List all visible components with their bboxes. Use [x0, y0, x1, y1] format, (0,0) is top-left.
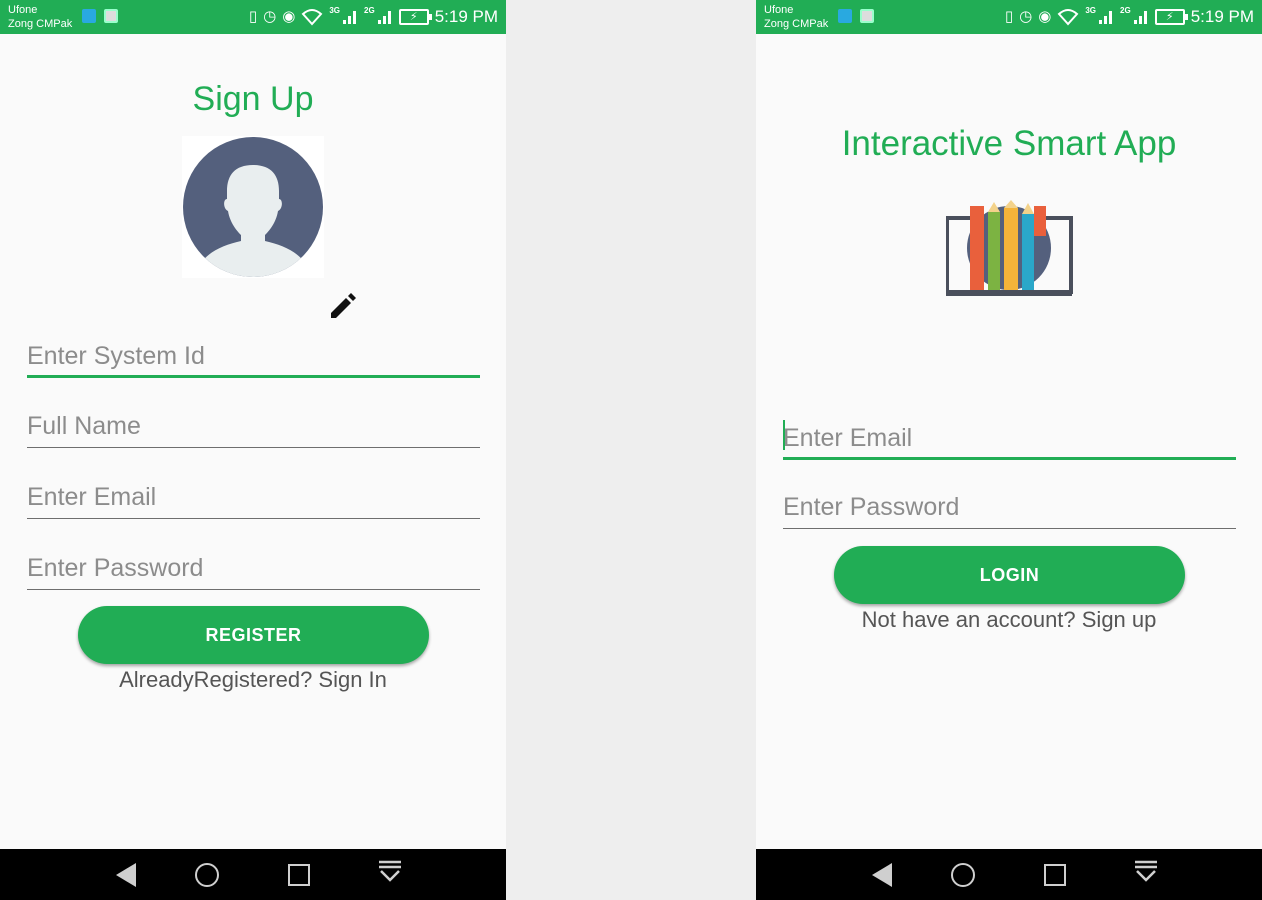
image-icon	[860, 9, 874, 23]
home-icon	[951, 862, 976, 887]
notification-icons	[838, 9, 874, 23]
back-button[interactable]	[852, 862, 892, 887]
avatar-placeholder-icon	[183, 137, 323, 277]
eye-icon: ◉	[1038, 8, 1052, 25]
recents-button[interactable]	[1035, 863, 1075, 886]
field-underline	[783, 528, 1236, 529]
battery-icon: ⚡	[398, 9, 432, 25]
clock: 5:19 PM	[1190, 7, 1254, 26]
field-underline	[27, 518, 480, 519]
recents-icon	[1043, 863, 1066, 886]
home-icon	[195, 862, 220, 887]
notification-pull-button[interactable]	[1126, 855, 1166, 895]
login-screen: Ufone Zong CMPak ▯ ◷ ◉ 3G 2G ⚡ 5:19 PM I…	[756, 0, 1262, 900]
register-button[interactable]: REGISTER	[78, 606, 429, 664]
network-type-2: 2G	[1120, 5, 1131, 15]
carrier-name-1: Ufone	[764, 4, 794, 16]
signal-icon	[1099, 11, 1113, 24]
signal-icon	[377, 11, 391, 24]
password-input[interactable]	[783, 483, 1236, 527]
alarm-icon: ◷	[263, 8, 277, 25]
navigation-bar	[756, 849, 1262, 900]
pencil-icon[interactable]	[326, 288, 360, 322]
password-input[interactable]	[27, 544, 480, 588]
email-input[interactable]	[783, 414, 1236, 458]
navigation-bar	[0, 849, 506, 900]
field-underline	[27, 375, 480, 378]
status-indicators: ▯ ◷ ◉ 3G 2G ⚡ 5:19 PM	[249, 6, 498, 28]
app-logo-icon	[946, 200, 1073, 296]
usb-icon	[82, 9, 96, 23]
battery-icon: ⚡	[1154, 9, 1188, 25]
text-cursor	[783, 420, 785, 450]
notification-pull-icon	[379, 860, 402, 882]
signup-screen: Ufone Zong CMPak ▯ ◷ ◉ 3G 2G ⚡ 5:19 PM S…	[0, 0, 506, 900]
field-underline	[27, 447, 480, 448]
image-icon	[104, 9, 118, 23]
vibrate-icon: ▯	[248, 8, 258, 25]
recents-icon	[287, 863, 310, 886]
network-type-2: 2G	[364, 5, 375, 15]
wifi-icon	[301, 9, 323, 26]
carrier-name-2: Zong CMPak	[764, 18, 829, 30]
home-button[interactable]	[187, 862, 227, 887]
system-id-field[interactable]	[27, 332, 480, 378]
system-id-input[interactable]	[27, 332, 480, 376]
carrier-info: Ufone Zong CMPak	[8, 3, 72, 31]
vibrate-icon: ▯	[1004, 8, 1014, 25]
status-bar: Ufone Zong CMPak ▯ ◷ ◉ 3G 2G ⚡ 5:19 PM	[756, 0, 1262, 34]
app-title: Interactive Smart App	[841, 124, 1177, 163]
field-underline	[783, 457, 1236, 460]
signal-icon	[343, 11, 357, 24]
full-name-input[interactable]	[27, 402, 480, 446]
page-title: Sign Up	[192, 80, 314, 118]
password-field[interactable]	[27, 544, 480, 590]
notification-icons	[82, 9, 118, 23]
sign-in-link[interactable]: AlreadyRegistered? Sign In	[0, 667, 506, 693]
sign-up-link[interactable]: Not have an account? Sign up	[756, 607, 1262, 633]
network-type-1: 3G	[1085, 5, 1097, 15]
field-underline	[27, 589, 480, 590]
network-type-1: 3G	[329, 5, 341, 15]
signal-icon	[1133, 11, 1147, 24]
clock: 5:19 PM	[434, 7, 498, 26]
carrier-name-2: Zong CMPak	[8, 18, 73, 30]
email-field[interactable]	[783, 414, 1236, 460]
recents-button[interactable]	[279, 863, 319, 886]
full-name-field[interactable]	[27, 402, 480, 448]
usb-icon	[838, 9, 852, 23]
back-button[interactable]	[96, 862, 136, 887]
carrier-name-1: Ufone	[8, 4, 38, 16]
password-field[interactable]	[783, 483, 1236, 529]
email-field[interactable]	[27, 473, 480, 519]
email-input[interactable]	[27, 473, 480, 517]
wifi-icon	[1057, 9, 1079, 26]
carrier-info: Ufone Zong CMPak	[764, 3, 828, 31]
back-icon	[852, 862, 892, 887]
notification-pull-icon	[1135, 860, 1158, 882]
avatar[interactable]	[182, 136, 324, 278]
status-bar: Ufone Zong CMPak ▯ ◷ ◉ 3G 2G ⚡ 5:19 PM	[0, 0, 506, 34]
eye-icon: ◉	[282, 8, 296, 25]
back-icon	[96, 862, 136, 887]
alarm-icon: ◷	[1019, 8, 1033, 25]
status-indicators: ▯ ◷ ◉ 3G 2G ⚡ 5:19 PM	[1005, 6, 1254, 28]
login-button[interactable]: LOGIN	[834, 546, 1185, 604]
notification-pull-button[interactable]	[370, 855, 410, 895]
home-button[interactable]	[943, 862, 983, 887]
